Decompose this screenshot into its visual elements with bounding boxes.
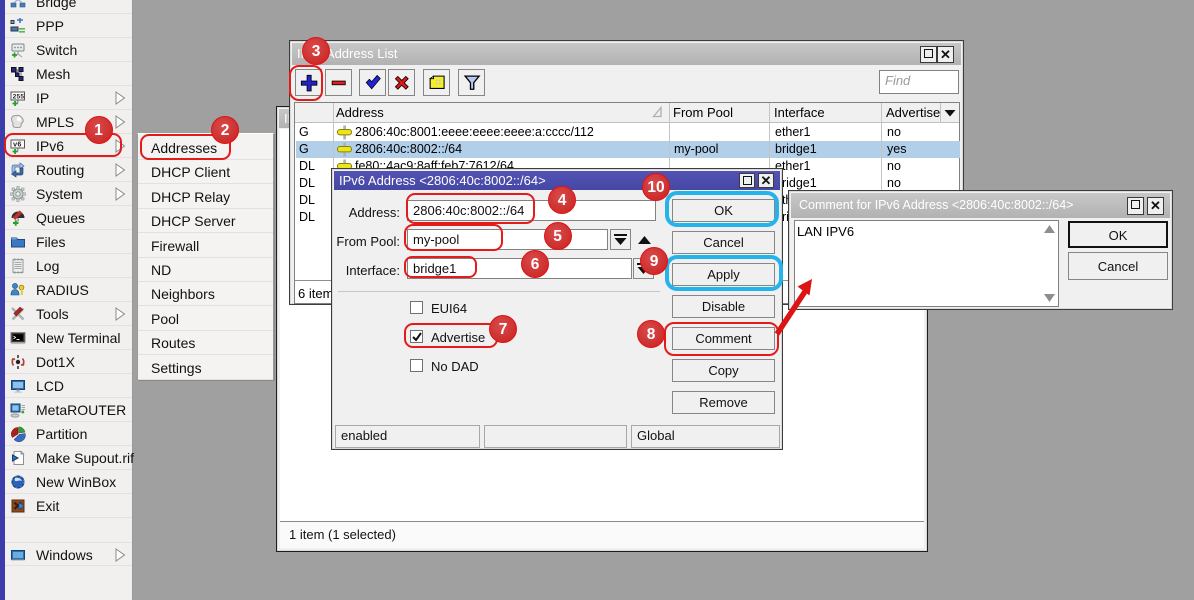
svg-text:255: 255 [13,94,25,101]
